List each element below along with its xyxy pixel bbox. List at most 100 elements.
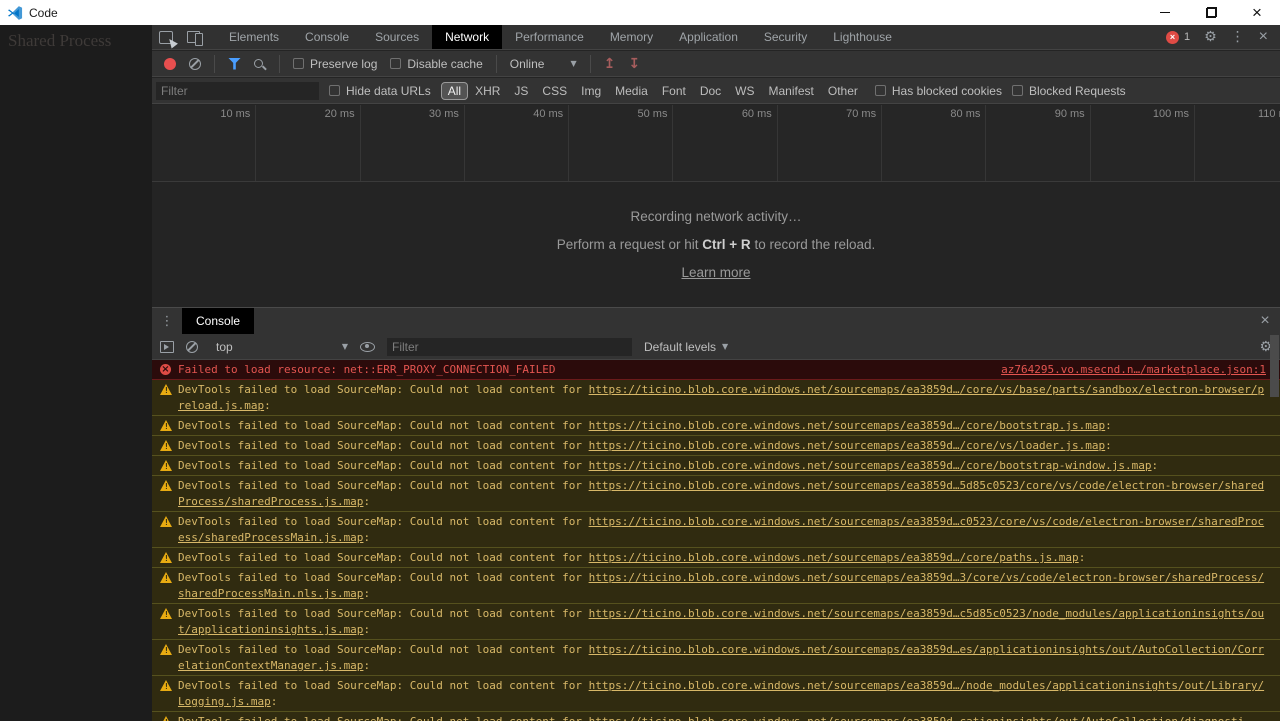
minimize-button[interactable] xyxy=(1142,0,1188,25)
message-level-icon xyxy=(160,680,172,691)
devtools-tab[interactable]: Console xyxy=(292,25,362,49)
devtools-tab[interactable]: Performance xyxy=(502,25,597,49)
message-level-icon xyxy=(160,608,172,619)
learn-more-link[interactable]: Learn more xyxy=(681,265,750,280)
throttling-dropdown[interactable]: Online ▼ xyxy=(510,57,577,71)
vscode-logo-icon xyxy=(7,5,23,20)
preserve-log-checkbox[interactable]: Preserve log xyxy=(293,57,377,71)
message-level-icon xyxy=(160,644,172,655)
console-message: DevTools failed to load SourceMap: Could… xyxy=(152,436,1280,456)
sourcemap-url-link[interactable]: https://ticino.blob.core.windows.net/sou… xyxy=(589,459,1152,472)
devtools-tab[interactable]: Security xyxy=(751,25,820,49)
has-blocked-cookies-checkbox[interactable]: Has blocked cookies xyxy=(874,84,1002,98)
drawer-tab-console[interactable]: Console xyxy=(182,308,255,334)
resource-type-chip[interactable]: JS xyxy=(507,82,535,100)
filter-funnel-icon[interactable] xyxy=(228,57,241,70)
window-title: Code xyxy=(29,5,58,20)
sourcemap-url-link[interactable]: https://ticino.blob.core.windows.net/sou… xyxy=(589,419,1106,432)
sourcemap-url-link[interactable]: https://ticino.blob.core.windows.net/sou… xyxy=(589,715,1245,721)
checkbox-box xyxy=(874,85,886,96)
close-devtools-icon[interactable]: × xyxy=(1259,29,1268,45)
more-options-icon[interactable]: ⋮ xyxy=(1231,30,1245,44)
console-toolbar: top ▼ Default levels ▼ ⚙ xyxy=(152,334,1280,360)
hide-data-urls-checkbox[interactable]: Hide data URLs xyxy=(329,84,431,98)
close-icon: × xyxy=(1252,2,1262,22)
message-level-icon xyxy=(160,716,172,721)
error-badge-icon: × xyxy=(1165,30,1179,44)
devtools-panel: Elements Console Sources Network Performance… xyxy=(152,25,1280,721)
devtools-tab[interactable]: Sources xyxy=(362,25,432,49)
search-icon[interactable] xyxy=(254,59,263,68)
message-level-icon xyxy=(160,572,172,583)
resource-type-chip[interactable]: WS xyxy=(728,82,761,100)
sourcemap-url-link[interactable]: https://ticino.blob.core.windows.net/sou… xyxy=(589,551,1079,564)
restore-button[interactable] xyxy=(1188,0,1234,25)
clear-network-log-icon[interactable] xyxy=(189,57,201,70)
resource-type-chip[interactable]: Img xyxy=(574,82,608,100)
page-title: Shared Process xyxy=(8,31,112,50)
devtools-tab[interactable]: Application xyxy=(666,25,751,49)
console-message: DevTools failed to load SourceMap: Could… xyxy=(152,676,1280,712)
timeline-tick: 40 ms xyxy=(465,105,570,181)
message-text: Failed to load resource: net::ERR_PROXY_… xyxy=(178,363,556,376)
network-filter-input[interactable] xyxy=(156,81,319,100)
resource-type-chip[interactable]: All xyxy=(440,81,469,100)
close-window-button[interactable]: × xyxy=(1234,0,1280,25)
toolbar-divider xyxy=(589,54,591,73)
drawer-tabbar: ⋮ Console × xyxy=(152,308,1280,334)
resource-type-chip[interactable]: Other xyxy=(821,82,865,100)
error-count-badge[interactable]: × 1 xyxy=(1165,30,1190,44)
devtools-tab[interactable]: Network xyxy=(432,25,503,49)
settings-gear-icon[interactable]: ⚙ xyxy=(1204,30,1217,44)
import-har-icon[interactable]: ↥ xyxy=(604,56,616,72)
javascript-context-dropdown[interactable]: top ▼ xyxy=(210,340,348,354)
console-filter-input[interactable] xyxy=(387,337,632,356)
console-message: DevTools failed to load SourceMap: Could… xyxy=(152,380,1280,416)
devtools-tab[interactable]: Lighthouse xyxy=(820,25,905,49)
devtools-tabs: Elements Console Sources Network Performance… xyxy=(216,25,905,49)
resource-type-chip[interactable]: CSS xyxy=(535,82,574,100)
toolbar-divider xyxy=(279,54,280,73)
toggle-device-toolbar-button[interactable] xyxy=(180,25,208,49)
timeline-tick: 90 ms xyxy=(986,105,1091,181)
toolbar-divider xyxy=(214,54,215,73)
live-expression-eye-icon[interactable] xyxy=(360,341,375,352)
window-titlebar: Code × xyxy=(0,0,1280,25)
blocked-requests-checkbox[interactable]: Blocked Requests xyxy=(1011,84,1126,98)
message-source-link[interactable]: az764295.vo.msecnd.n…/marketplace.json:1 xyxy=(1001,362,1266,378)
console-message: DevTools failed to load SourceMap: Could… xyxy=(152,568,1280,604)
timeline-tick: 30 ms xyxy=(361,105,465,181)
console-sidebar-toggle-icon[interactable] xyxy=(160,340,174,353)
message-text: DevTools failed to load SourceMap: Could… xyxy=(178,383,589,396)
disable-cache-checkbox[interactable]: Disable cache xyxy=(390,57,483,71)
message-text: DevTools failed to load SourceMap: Could… xyxy=(178,419,589,432)
devtools-tab[interactable]: Memory xyxy=(597,25,666,49)
resource-type-chip[interactable]: Manifest xyxy=(762,82,821,100)
record-network-log-button[interactable] xyxy=(164,57,176,70)
message-text: DevTools failed to load SourceMap: Could… xyxy=(178,479,589,492)
sourcemap-url-link[interactable]: https://ticino.blob.core.windows.net/sou… xyxy=(589,439,1106,452)
devtools-tab[interactable]: Elements xyxy=(216,25,292,49)
network-empty-state: Recording network activity… Perform a re… xyxy=(152,182,1280,307)
shared-process-page: Shared Process xyxy=(0,25,152,720)
timeline-tick: 70 ms xyxy=(778,105,883,181)
resource-type-chip[interactable]: Media xyxy=(608,82,655,100)
drawer-menu-icon[interactable]: ⋮ xyxy=(152,308,182,334)
resource-type-chip[interactable]: Doc xyxy=(693,82,728,100)
close-drawer-icon[interactable]: × xyxy=(1250,308,1280,334)
clear-console-icon[interactable] xyxy=(186,340,198,353)
log-levels-dropdown[interactable]: Default levels ▼ xyxy=(644,340,728,354)
network-filter-bar: Hide data URLs AllXHRJSCSSImgMediaFontDo… xyxy=(152,78,1280,104)
resource-type-chip[interactable]: XHR xyxy=(468,82,507,100)
resource-type-chip[interactable]: Font xyxy=(655,82,693,100)
timeline-tick: 100 ms xyxy=(1091,105,1195,181)
restore-icon xyxy=(1205,7,1217,18)
console-messages: az764295.vo.msecnd.n…/marketplace.json:1… xyxy=(152,360,1280,721)
console-scrollbar-thumb[interactable] xyxy=(1270,335,1279,397)
inspect-element-button[interactable] xyxy=(152,25,180,49)
timeline-tick: 110 ms xyxy=(1195,105,1280,181)
devtools-tabbar: Elements Console Sources Network Performance… xyxy=(152,25,1280,50)
export-har-icon[interactable]: ↧ xyxy=(628,56,640,72)
checkbox-box xyxy=(329,85,340,96)
checkbox-box xyxy=(390,58,402,69)
